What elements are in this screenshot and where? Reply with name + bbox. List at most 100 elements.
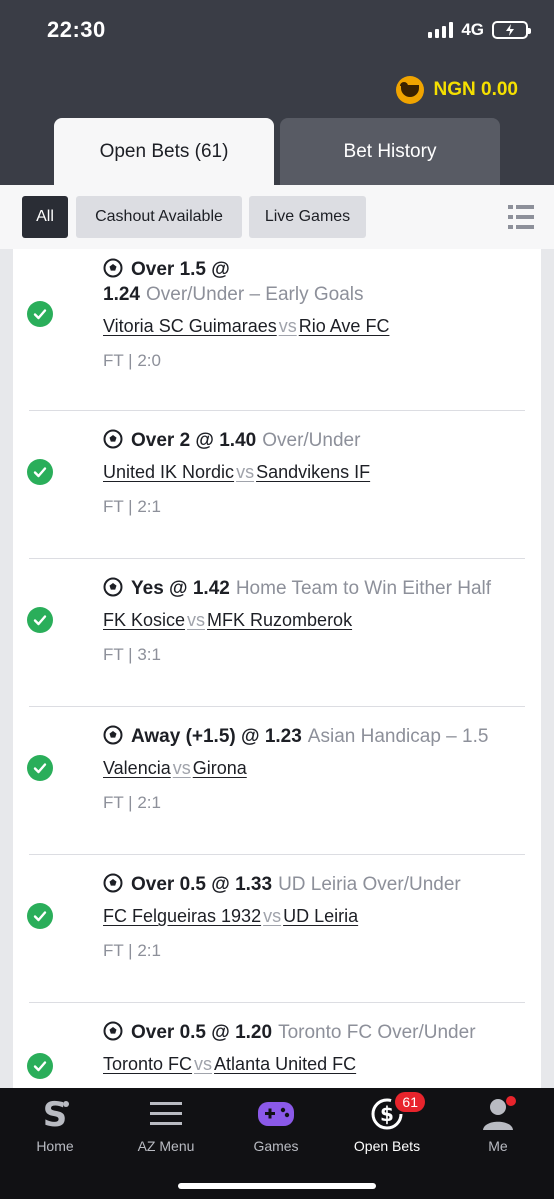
bet-match[interactable]: FK Kosice vs MFK Ruzomberok [103, 610, 352, 631]
svg-text:$: $ [380, 1102, 394, 1126]
away-team[interactable]: Girona [193, 758, 247, 778]
status-bar: 22:30 4G [0, 0, 554, 60]
bet-list: Over 1.5 @ 1.24 Over/Under – Early Goals … [13, 249, 541, 1088]
football-icon [103, 429, 123, 449]
bet-market: Over/Under – Early Goals [145, 284, 364, 305]
bet-match[interactable]: FC Felgueiras 1932 vs UD Leiria [103, 906, 358, 927]
football-icon [103, 725, 123, 745]
home-team[interactable]: United IK Nordic [103, 462, 234, 482]
won-check-icon [27, 903, 53, 929]
football-icon [103, 1021, 123, 1041]
vs-label: vs [172, 758, 191, 778]
bet-market: Home Team to Win Either Half [235, 578, 492, 599]
bet-selection: Away (+1.5) @ 1.23 Asian Handicap – 1.5 [103, 724, 531, 749]
football-icon [103, 577, 123, 597]
balance-amount: NGN 0.00 [433, 79, 518, 100]
bet-match[interactable]: Toronto FC vs Atlanta United FC [103, 1054, 356, 1075]
gamepad-icon [256, 1096, 296, 1132]
won-check-icon [27, 459, 53, 485]
away-team[interactable]: Atlanta United FC [214, 1054, 356, 1074]
home-indicator [178, 1183, 376, 1189]
bet-market: UD Leiria Over/Under [278, 874, 461, 895]
filter-live-button[interactable]: Live Games [249, 196, 366, 238]
bet-match[interactable]: Vitoria SC Guimaraes vs Rio Ave FC [103, 316, 389, 337]
vs-label: vs [263, 906, 282, 926]
vs-label: vs [187, 610, 206, 630]
home-team[interactable]: FC Felgueiras 1932 [103, 906, 261, 926]
vs-label: vs [236, 462, 255, 482]
notification-dot [506, 1096, 516, 1106]
nav-me[interactable]: Me [443, 1096, 553, 1154]
bet-result: FT | 2:1 [103, 497, 161, 516]
bet-market: Over/Under [262, 430, 361, 451]
status-time: 22:30 [47, 17, 106, 42]
balance[interactable]: NGN 0.00 [395, 76, 518, 104]
nav-home[interactable]: S Home [0, 1096, 110, 1154]
nav-me-label: Me [488, 1138, 508, 1154]
bet-result: FT | 2:0 [103, 351, 161, 370]
list-view-icon[interactable] [508, 205, 534, 229]
away-team[interactable]: MFK Ruzomberok [207, 610, 352, 630]
home-team[interactable]: Toronto FC [103, 1054, 192, 1074]
filter-bar: All Cashout Available Live Games [0, 185, 554, 249]
bet-item[interactable]: Yes @ 1.42 Home Team to Win Either Half F… [13, 559, 541, 707]
nav-games[interactable]: Games [221, 1096, 331, 1154]
bet-pick: Away (+1.5) @ 1.23 [131, 726, 302, 747]
bet-match[interactable]: Valencia vs Girona [103, 758, 247, 779]
open-bets-panel: All Cashout Available Live Games Over 1.… [0, 185, 554, 1088]
filter-all-button[interactable]: All [22, 196, 68, 238]
sporty-logo-icon: S [35, 1096, 75, 1132]
coin-icon [395, 76, 424, 104]
vs-label: vs [194, 1054, 213, 1074]
football-icon [103, 258, 123, 278]
away-team[interactable]: UD Leiria [283, 906, 358, 926]
status-indicators: 4G [428, 20, 531, 40]
football-icon [103, 873, 123, 893]
bet-item[interactable]: Over 0.5 @ 1.33 UD Leiria Over/Under FC F… [13, 855, 541, 1003]
bet-result: FT | 3:1 [103, 645, 161, 664]
nav-az-menu[interactable]: AZ Menu [111, 1096, 221, 1154]
bet-pick: Over 1.5 @ [131, 259, 230, 280]
bet-selection: Over 2 @ 1.40 Over/Under [103, 428, 531, 453]
tab-bet-history[interactable]: Bet History [280, 118, 500, 185]
home-team[interactable]: FK Kosice [103, 610, 185, 630]
won-check-icon [27, 607, 53, 633]
open-bets-icon: $ 61 [367, 1092, 425, 1132]
bet-pick: Over 2 @ 1.40 [131, 430, 257, 451]
away-team[interactable]: Sandvikens IF [256, 462, 370, 482]
bet-pick: Over 0.5 @ 1.33 [131, 874, 273, 895]
signal-icon [428, 22, 454, 38]
hamburger-menu-icon [146, 1096, 186, 1132]
vs-label: vs [278, 316, 297, 336]
bet-result: FT | 2:1 [103, 793, 161, 812]
network-label: 4G [461, 20, 484, 39]
battery-charging-icon [492, 21, 531, 39]
nav-games-label: Games [253, 1138, 299, 1154]
svg-text:S: S [43, 1096, 68, 1132]
bet-item[interactable]: Over 1.5 @ 1.24 Over/Under – Early Goals … [13, 249, 541, 411]
nav-open-bets-label: Open Bets [353, 1138, 421, 1154]
filter-cashout-button[interactable]: Cashout Available [76, 196, 242, 238]
bet-pick: Over 0.5 @ 1.20 [131, 1022, 273, 1043]
bet-odds: 1.24 [103, 284, 140, 305]
won-check-icon [27, 301, 53, 327]
home-team[interactable]: Valencia [103, 758, 171, 778]
bet-selection: Yes @ 1.42 Home Team to Win Either Half [103, 576, 531, 601]
bet-selection: Over 0.5 @ 1.33 UD Leiria Over/Under [103, 872, 531, 897]
bet-item[interactable]: Away (+1.5) @ 1.23 Asian Handicap – 1.5 V… [13, 707, 541, 855]
open-bets-badge: 61 [395, 1092, 425, 1112]
user-icon [478, 1096, 518, 1132]
nav-open-bets[interactable]: $ 61 Open Bets [332, 1092, 442, 1154]
away-team[interactable]: Rio Ave FC [299, 316, 390, 336]
bet-pick: Yes @ 1.42 [131, 578, 230, 599]
bet-item[interactable]: Over 0.5 @ 1.20 Toronto FC Over/Under Tor… [13, 1003, 541, 1088]
won-check-icon [27, 1053, 53, 1079]
home-team[interactable]: Vitoria SC Guimaraes [103, 316, 277, 336]
tab-open-bets[interactable]: Open Bets (61) [54, 118, 274, 185]
nav-home-label: Home [36, 1138, 74, 1154]
bet-market: Toronto FC Over/Under [278, 1022, 476, 1043]
bet-selection: Over 0.5 @ 1.20 Toronto FC Over/Under [103, 1020, 531, 1045]
bet-item[interactable]: Over 2 @ 1.40 Over/Under United IK Nordic… [13, 411, 541, 559]
bet-match[interactable]: United IK Nordic vs Sandvikens IF [103, 462, 370, 483]
bet-result: FT | 2:1 [103, 941, 161, 960]
